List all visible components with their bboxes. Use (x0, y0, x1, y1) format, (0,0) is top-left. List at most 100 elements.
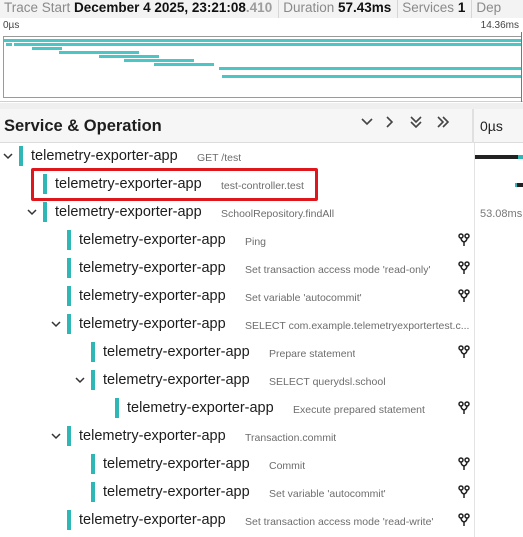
fork-icon (458, 485, 470, 499)
service-color-bar (115, 398, 119, 418)
operation-name: GET /test (197, 152, 242, 164)
collapse-one-button[interactable] (357, 115, 377, 135)
minimap-span-bar (14, 43, 522, 46)
duration-label: Duration (283, 0, 335, 15)
depth-field: Dep (472, 0, 507, 18)
service-color-bar (19, 146, 23, 166)
service-color-bar (67, 286, 71, 306)
service-color-bar (67, 510, 71, 530)
operation-name: SELECT querydsl.school (269, 376, 386, 388)
service-color-bar (91, 370, 95, 390)
expand-toggle-icon[interactable] (50, 430, 62, 442)
minimap-frame (3, 36, 522, 98)
service-name: telemetry-exporter-app (103, 484, 250, 500)
minimap-start-tick: 0µs (3, 20, 20, 31)
fork-icon (458, 457, 470, 471)
timeline-column: 53.08ms (474, 143, 523, 537)
expand-toggle-icon[interactable] (26, 206, 38, 218)
minimap-end-tick: 14.36ms (480, 20, 519, 31)
span-row[interactable]: telemetry-exporter-app SELECT querydsl.sc… (0, 367, 474, 395)
service-name: telemetry-exporter-app (103, 344, 250, 360)
service-color-bar (67, 258, 71, 278)
operation-name: Ping (245, 236, 267, 248)
service-name: telemetry-exporter-app (79, 512, 226, 528)
fork-icon (458, 233, 470, 247)
span-row[interactable]: telemetry-exporter-app Set transaction ac… (0, 255, 474, 283)
operation-name: Set variable 'autocommit' (269, 488, 386, 500)
timeline-bar[interactable] (518, 155, 523, 159)
expand-toggle-icon[interactable] (50, 318, 62, 330)
operation-name: test-controller.test (221, 180, 304, 192)
expand-one-button[interactable] (380, 115, 400, 135)
operation-name: Set transaction access mode 'read-only' (245, 264, 431, 276)
timeline-bar[interactable] (515, 183, 517, 187)
minimap-span-bar (222, 75, 522, 78)
minimap-span-bar (6, 43, 12, 46)
service-name: telemetry-exporter-app (31, 148, 178, 164)
expand-toggle-icon[interactable] (2, 150, 14, 162)
minimap-span-bar (32, 47, 62, 50)
minimap-span-bar (99, 55, 159, 58)
span-row[interactable]: telemetry-exporter-app Set variable 'auto… (0, 283, 474, 311)
trace-start-ms: .410 (245, 0, 273, 15)
span-row[interactable]: telemetry-exporter-app Execute prepared s… (0, 395, 474, 423)
span-row[interactable]: telemetry-exporter-app Set variable 'auto… (0, 479, 474, 507)
service-name: telemetry-exporter-app (79, 428, 226, 444)
expand-all-button[interactable] (433, 115, 453, 135)
column-divider[interactable] (472, 109, 474, 143)
span-row[interactable]: telemetry-exporter-app SchoolRepository.f… (0, 199, 474, 227)
trace-start-field: Trace Start December 4 2025, 23:21:08.41… (0, 0, 280, 18)
trace-minimap[interactable]: 0µs 14.36ms (0, 18, 523, 102)
depth-label: Dep (476, 0, 502, 15)
operation-name: Transaction.commit (245, 432, 337, 444)
operation-name: SELECT com.example.telemetryexportertest… (245, 320, 470, 332)
span-row[interactable]: telemetry-exporter-app GET /test (0, 143, 474, 171)
service-name: telemetry-exporter-app (55, 204, 202, 220)
minimap-span-bar (59, 51, 139, 54)
service-color-bar (91, 342, 95, 362)
double-chevron-right-icon (437, 116, 450, 128)
span-row[interactable]: telemetry-exporter-app test-controller.te… (0, 171, 474, 199)
span-row[interactable]: telemetry-exporter-app Prepare statement (0, 339, 474, 367)
duration-field: Duration 57.43ms (279, 0, 399, 18)
collapse-all-button[interactable] (406, 115, 426, 135)
service-name: telemetry-exporter-app (127, 400, 274, 416)
service-color-bar (91, 454, 95, 474)
fork-icon (458, 345, 470, 359)
service-color-bar (91, 482, 95, 502)
double-chevron-down-icon (410, 116, 422, 129)
timeline-bar[interactable] (516, 183, 523, 187)
expand-toggle-icon[interactable] (74, 374, 86, 386)
service-color-bar (43, 174, 47, 194)
operation-name: Set variable 'autocommit' (245, 292, 362, 304)
span-row[interactable]: telemetry-exporter-app Set transaction ac… (0, 507, 474, 535)
span-row[interactable]: telemetry-exporter-app Commit (0, 451, 474, 479)
trace-start-value: December 4 2025, 23:21:08 (74, 0, 246, 15)
duration-value: 57.43ms (338, 0, 392, 15)
services-field: Services 1 (398, 0, 473, 18)
span-row[interactable]: telemetry-exporter-app SELECT com.example… (0, 311, 474, 339)
service-name: telemetry-exporter-app (103, 456, 250, 472)
minimap-cursor[interactable] (521, 32, 522, 102)
trace-header: Trace Start December 4 2025, 23:21:08.41… (0, 0, 523, 18)
service-color-bar (67, 426, 71, 446)
minimap-span-bar (124, 59, 194, 62)
span-tree: telemetry-exporter-app GET /test telemetry… (0, 143, 474, 537)
fork-icon (458, 513, 470, 527)
service-name: telemetry-exporter-app (79, 316, 226, 332)
service-name: telemetry-exporter-app (79, 232, 226, 248)
fork-icon (458, 261, 470, 275)
timeline-bar[interactable] (475, 155, 518, 159)
span-row[interactable]: telemetry-exporter-app Ping (0, 227, 474, 255)
minimap-span-bar (219, 67, 522, 70)
minimap-span-bar (154, 63, 214, 66)
service-name: telemetry-exporter-app (79, 288, 226, 304)
services-label: Services (402, 0, 455, 15)
operation-name: Commit (269, 460, 306, 472)
chevron-down-icon (361, 118, 373, 126)
service-color-bar (67, 314, 71, 334)
span-row[interactable]: telemetry-exporter-app Transaction.commit (0, 423, 474, 451)
operation-name: SchoolRepository.findAll (221, 208, 335, 220)
services-value: 1 (457, 0, 466, 15)
operation-name: Execute prepared statement (293, 404, 425, 416)
